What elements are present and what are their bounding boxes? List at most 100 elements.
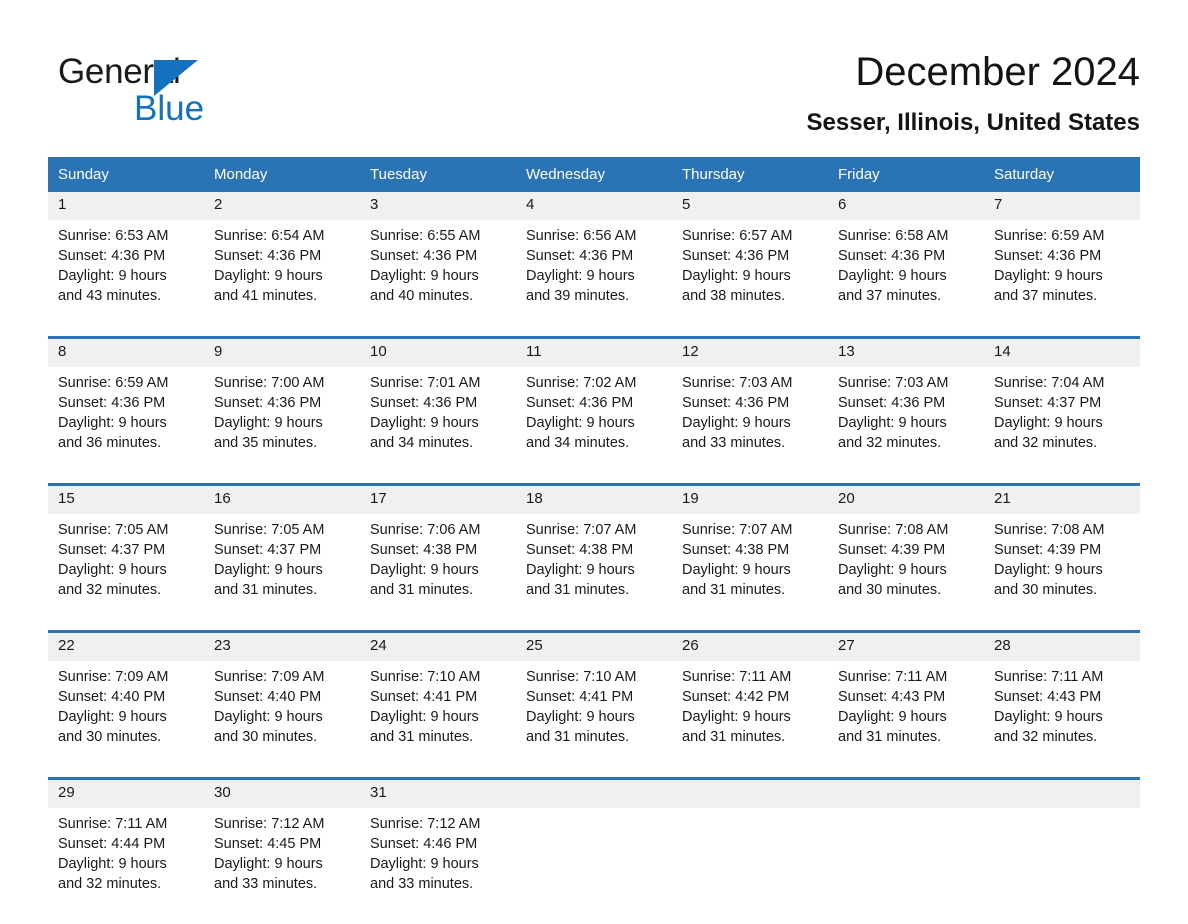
week-row-datenums: 15 16 17 18 19 20 21	[48, 483, 1140, 514]
day-number[interactable]: 3	[360, 192, 516, 220]
day-cell[interactable]: Sunrise: 7:07 AM Sunset: 4:38 PM Dayligh…	[672, 514, 828, 632]
day-number[interactable]: 29	[48, 777, 204, 808]
daylight-text-line1: Daylight: 9 hours	[682, 268, 791, 284]
day-number[interactable]: 25	[516, 630, 672, 661]
day-number[interactable]: 9	[204, 336, 360, 367]
day-number[interactable]: 16	[204, 483, 360, 514]
day-number[interactable]: 30	[204, 777, 360, 808]
sunset-text: Sunset: 4:41 PM	[370, 689, 478, 705]
daylight-text-line1: Daylight: 9 hours	[526, 415, 635, 431]
day-cell[interactable]: Sunrise: 7:11 AM Sunset: 4:42 PM Dayligh…	[672, 661, 828, 779]
daylight-text-line1: Daylight: 9 hours	[994, 562, 1103, 578]
sunset-text: Sunset: 4:40 PM	[58, 689, 166, 705]
daylight-text-line2: and 34 minutes.	[370, 435, 474, 451]
day-cell[interactable]: Sunrise: 7:08 AM Sunset: 4:39 PM Dayligh…	[828, 514, 984, 632]
day-number[interactable]: 14	[984, 336, 1140, 367]
day-cell[interactable]: Sunrise: 7:05 AM Sunset: 4:37 PM Dayligh…	[204, 514, 360, 632]
day-number[interactable]: 31	[360, 777, 516, 808]
day-cell[interactable]: Sunrise: 7:05 AM Sunset: 4:37 PM Dayligh…	[48, 514, 204, 632]
day-cell[interactable]: Sunrise: 7:06 AM Sunset: 4:38 PM Dayligh…	[360, 514, 516, 632]
day-number[interactable]: 8	[48, 336, 204, 367]
sunrise-text: Sunrise: 7:05 AM	[214, 522, 325, 538]
day-cell[interactable]: Sunrise: 7:10 AM Sunset: 4:41 PM Dayligh…	[516, 661, 672, 779]
day-cell[interactable]: Sunrise: 7:03 AM Sunset: 4:36 PM Dayligh…	[672, 367, 828, 485]
day-number[interactable]: 4	[516, 192, 672, 220]
day-cell[interactable]: Sunrise: 6:58 AM Sunset: 4:36 PM Dayligh…	[828, 220, 984, 338]
day-cell[interactable]: Sunrise: 6:57 AM Sunset: 4:36 PM Dayligh…	[672, 220, 828, 338]
sunrise-text: Sunrise: 7:11 AM	[994, 669, 1104, 685]
daylight-text-line2: and 33 minutes.	[682, 435, 786, 451]
day-cell[interactable]: Sunrise: 7:08 AM Sunset: 4:39 PM Dayligh…	[984, 514, 1140, 632]
week-row-datenums: 29 30 31	[48, 777, 1140, 808]
day-cell[interactable]: Sunrise: 6:53 AM Sunset: 4:36 PM Dayligh…	[48, 220, 204, 338]
day-cell[interactable]: Sunrise: 7:07 AM Sunset: 4:38 PM Dayligh…	[516, 514, 672, 632]
sunset-text: Sunset: 4:40 PM	[214, 689, 322, 705]
day-cell[interactable]: Sunrise: 7:12 AM Sunset: 4:45 PM Dayligh…	[204, 808, 360, 924]
general-blue-logo[interactable]: General Blue	[58, 52, 318, 130]
daylight-text-line2: and 35 minutes.	[214, 435, 318, 451]
daylight-text-line2: and 31 minutes.	[214, 582, 318, 598]
day-cell[interactable]: Sunrise: 7:02 AM Sunset: 4:36 PM Dayligh…	[516, 367, 672, 485]
day-number[interactable]: 28	[984, 630, 1140, 661]
day-number[interactable]: 2	[204, 192, 360, 220]
day-number[interactable]: 27	[828, 630, 984, 661]
day-cell[interactable]: Sunrise: 7:01 AM Sunset: 4:36 PM Dayligh…	[360, 367, 516, 485]
day-cell[interactable]: Sunrise: 7:09 AM Sunset: 4:40 PM Dayligh…	[48, 661, 204, 779]
day-cell[interactable]: Sunrise: 7:11 AM Sunset: 4:43 PM Dayligh…	[984, 661, 1140, 779]
sunrise-text: Sunrise: 7:05 AM	[58, 522, 169, 538]
day-number[interactable]: 11	[516, 336, 672, 367]
daylight-text-line2: and 32 minutes.	[994, 729, 1098, 745]
day-cell[interactable]: Sunrise: 7:00 AM Sunset: 4:36 PM Dayligh…	[204, 367, 360, 485]
daylight-text-line1: Daylight: 9 hours	[58, 268, 167, 284]
day-cell[interactable]: Sunrise: 7:11 AM Sunset: 4:44 PM Dayligh…	[48, 808, 204, 924]
day-cell[interactable]: Sunrise: 7:04 AM Sunset: 4:37 PM Dayligh…	[984, 367, 1140, 485]
day-number[interactable]: 18	[516, 483, 672, 514]
sunrise-text: Sunrise: 7:06 AM	[370, 522, 481, 538]
day-cell[interactable]: Sunrise: 6:54 AM Sunset: 4:36 PM Dayligh…	[204, 220, 360, 338]
sunrise-text: Sunrise: 6:58 AM	[838, 228, 949, 244]
sunset-text: Sunset: 4:36 PM	[526, 395, 634, 411]
sunrise-text: Sunrise: 7:10 AM	[370, 669, 481, 685]
day-cell-empty	[984, 808, 1140, 924]
day-number[interactable]: 5	[672, 192, 828, 220]
day-number[interactable]: 15	[48, 483, 204, 514]
day-cell[interactable]: Sunrise: 7:03 AM Sunset: 4:36 PM Dayligh…	[828, 367, 984, 485]
day-number[interactable]: 6	[828, 192, 984, 220]
day-number[interactable]: 26	[672, 630, 828, 661]
day-cell[interactable]: Sunrise: 7:11 AM Sunset: 4:43 PM Dayligh…	[828, 661, 984, 779]
day-number[interactable]: 21	[984, 483, 1140, 514]
sunrise-text: Sunrise: 6:56 AM	[526, 228, 637, 244]
day-number[interactable]: 12	[672, 336, 828, 367]
sunrise-text: Sunrise: 7:09 AM	[58, 669, 169, 685]
day-cell[interactable]: Sunrise: 7:09 AM Sunset: 4:40 PM Dayligh…	[204, 661, 360, 779]
day-number[interactable]: 17	[360, 483, 516, 514]
day-cell[interactable]: Sunrise: 7:12 AM Sunset: 4:46 PM Dayligh…	[360, 808, 516, 924]
sunset-text: Sunset: 4:36 PM	[838, 248, 946, 264]
daylight-text-line2: and 32 minutes.	[58, 876, 162, 892]
weekday-header-wednesday: Wednesday	[516, 157, 672, 192]
day-number[interactable]: 1	[48, 192, 204, 220]
day-number[interactable]: 23	[204, 630, 360, 661]
day-number[interactable]: 19	[672, 483, 828, 514]
daylight-text-line2: and 37 minutes.	[994, 288, 1098, 304]
sunset-text: Sunset: 4:37 PM	[994, 395, 1102, 411]
sunrise-text: Sunrise: 7:00 AM	[214, 375, 325, 391]
daylight-text-line1: Daylight: 9 hours	[214, 268, 323, 284]
day-cell[interactable]: Sunrise: 7:10 AM Sunset: 4:41 PM Dayligh…	[360, 661, 516, 779]
sunset-text: Sunset: 4:36 PM	[682, 248, 790, 264]
day-cell[interactable]: Sunrise: 6:55 AM Sunset: 4:36 PM Dayligh…	[360, 220, 516, 338]
day-number[interactable]: 10	[360, 336, 516, 367]
day-number[interactable]: 22	[48, 630, 204, 661]
day-cell[interactable]: Sunrise: 6:59 AM Sunset: 4:36 PM Dayligh…	[48, 367, 204, 485]
day-cell[interactable]: Sunrise: 6:59 AM Sunset: 4:36 PM Dayligh…	[984, 220, 1140, 338]
day-number[interactable]: 7	[984, 192, 1140, 220]
daylight-text-line2: and 31 minutes.	[838, 729, 942, 745]
day-number[interactable]: 20	[828, 483, 984, 514]
sunset-text: Sunset: 4:36 PM	[526, 248, 634, 264]
day-cell[interactable]: Sunrise: 6:56 AM Sunset: 4:36 PM Dayligh…	[516, 220, 672, 338]
sunrise-text: Sunrise: 6:55 AM	[370, 228, 481, 244]
daylight-text-line2: and 43 minutes.	[58, 288, 162, 304]
day-number[interactable]: 13	[828, 336, 984, 367]
day-number[interactable]: 24	[360, 630, 516, 661]
daylight-text-line1: Daylight: 9 hours	[994, 415, 1103, 431]
